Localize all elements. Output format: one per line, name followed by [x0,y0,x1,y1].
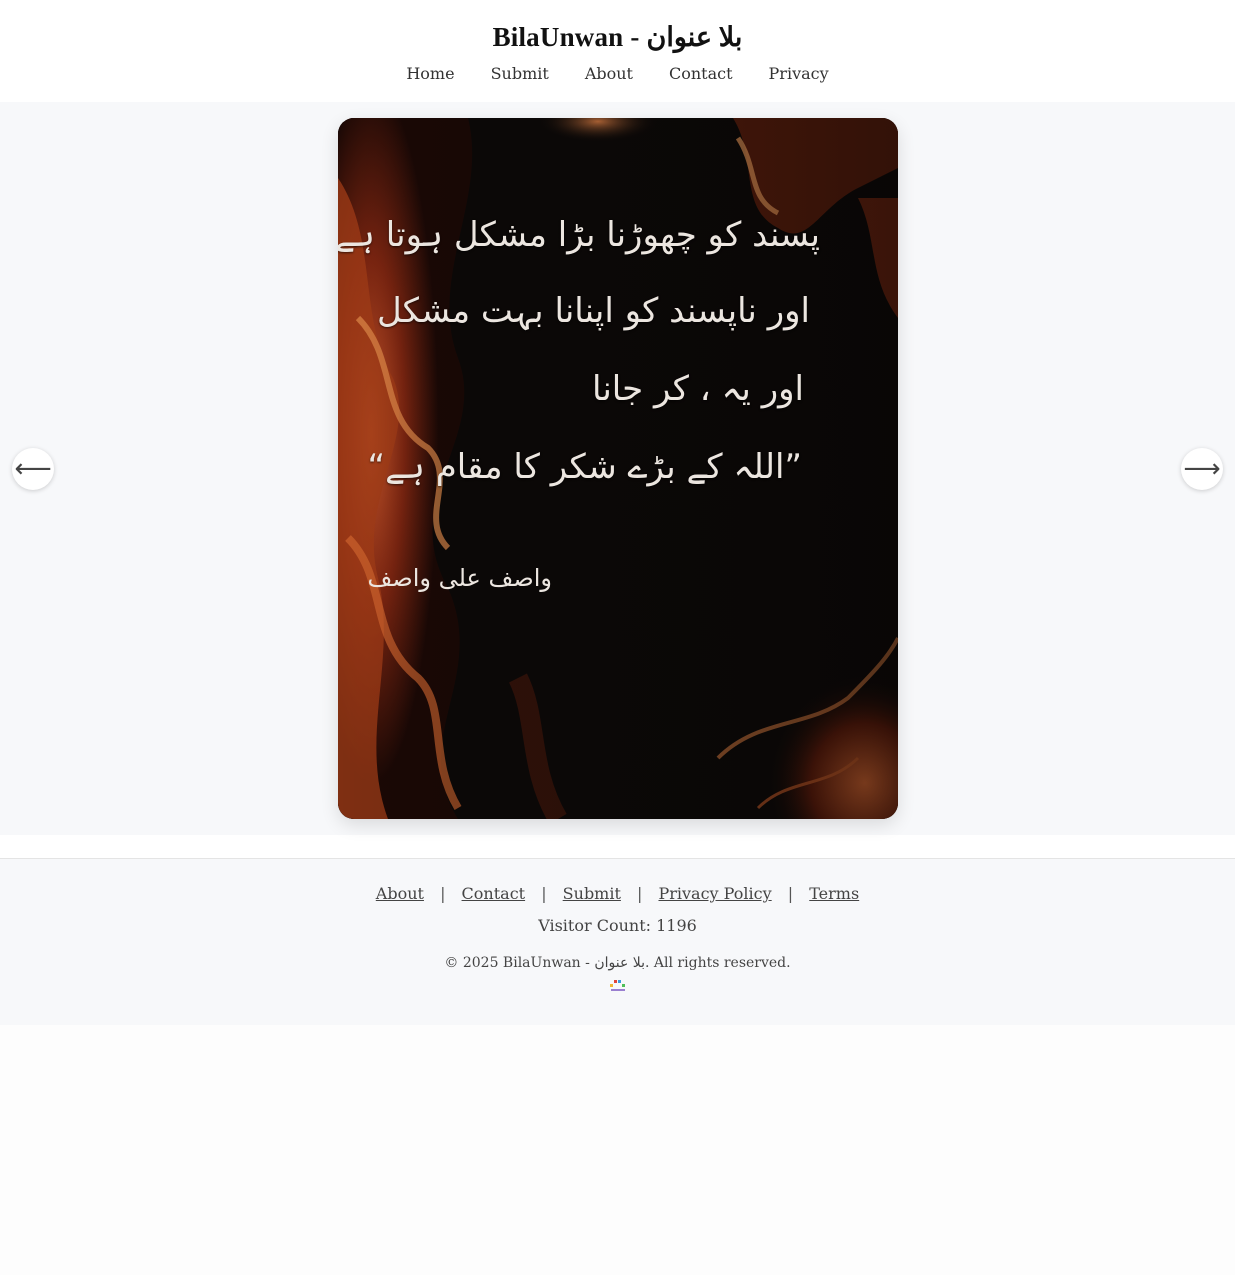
footer-link-submit[interactable]: Submit [563,884,621,903]
post-image-card[interactable]: پسند کو چھوڑنا بڑا مشکل ہوتا ہے اور ناپس… [338,118,898,819]
footer-separator: | [637,884,643,903]
footer-link-terms[interactable]: Terms [809,884,859,903]
nav-about[interactable]: About [567,60,651,88]
footer-separator: | [541,884,547,903]
main-content: ⟵ پسند کو چھوڑنا بڑا مشکل ہوتا ہے اور نا… [0,102,1235,835]
footer-link-contact[interactable]: Contact [462,884,526,903]
nav-contact[interactable]: Contact [651,60,751,88]
nav-privacy[interactable]: Privacy [751,60,847,88]
site-footer: About | Contact | Submit | Privacy Polic… [0,859,1235,1025]
footer-separator: | [787,884,794,903]
footer-divider [0,835,1235,859]
nav-submit[interactable]: Submit [473,60,567,88]
main-nav: Home Submit About Contact Privacy [0,60,1235,88]
quote-text-block: پسند کو چھوڑنا بڑا مشکل ہوتا ہے اور ناپس… [338,118,898,819]
arrow-left-icon: ⟵ [14,454,52,484]
footer-link-privacy-policy[interactable]: Privacy Policy [658,884,771,903]
footer-separator: | [440,884,446,903]
site-title[interactable]: BilaUnwan - بلا عنوان [0,20,1235,54]
site-header: BilaUnwan - بلا عنوان Home Submit About … [0,0,1235,102]
quote-line: اور ناپسند کو اپنانا بہت مشکل [377,291,810,331]
visitor-count: Visitor Count: 1196 [538,916,697,935]
footer-link-about[interactable]: About [376,884,424,903]
footer-links: About | Contact | Submit | Privacy Polic… [0,883,1235,905]
copyright-text: © 2025 BilaUnwan - بلا عنوان. All rights… [444,955,791,971]
previous-post-button[interactable]: ⟵ [12,448,54,490]
next-post-button[interactable]: ⟶ [1181,448,1223,490]
quote-line: ”اللہ کے بڑے شکر کا مقام ہے“ [367,447,802,487]
site-badge-icon [609,980,625,991]
arrow-right-icon: ⟶ [1183,454,1221,484]
quote-author: واصف علی واصف [367,564,553,592]
nav-home[interactable]: Home [388,60,472,88]
quote-line: اور یہ ، کر جانا [591,369,804,409]
quote-line: پسند کو چھوڑنا بڑا مشکل ہوتا ہے [338,215,820,255]
